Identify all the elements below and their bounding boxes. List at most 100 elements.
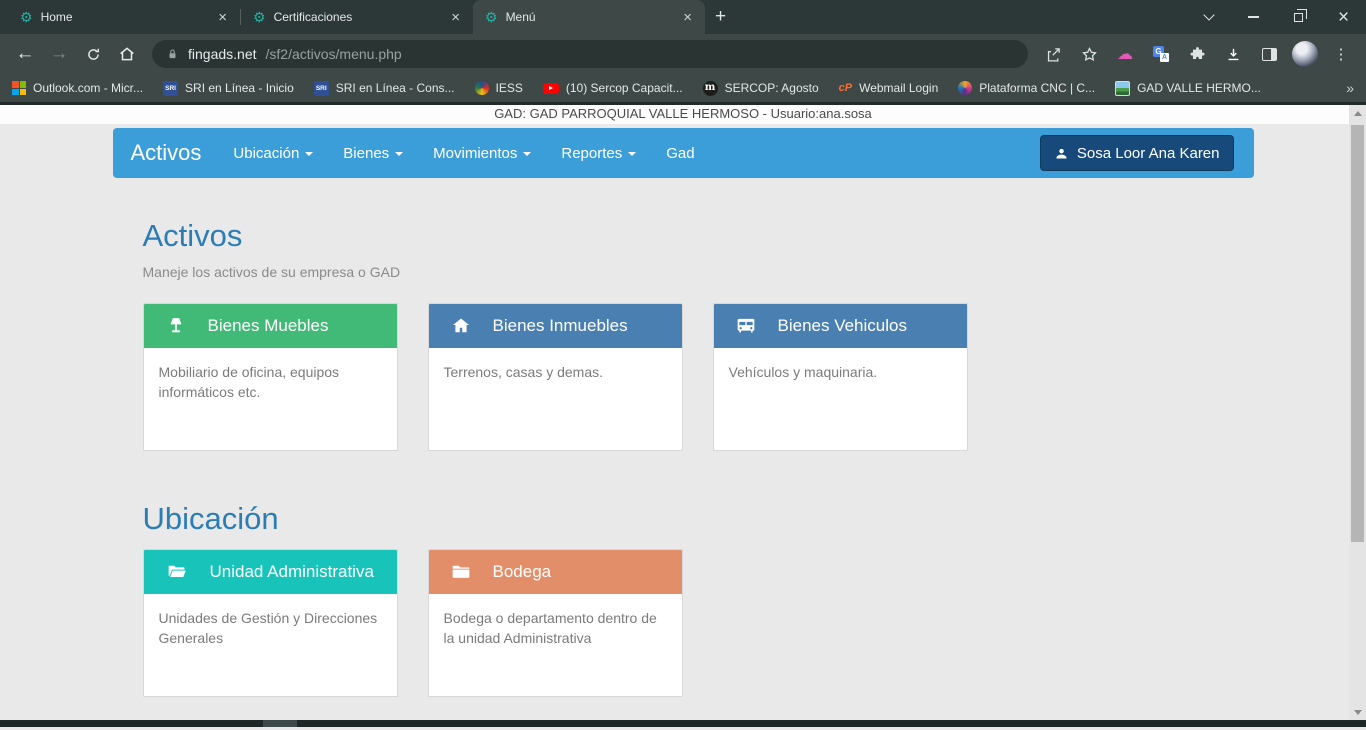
tab-close-icon[interactable]: × — [678, 8, 697, 27]
folder-icon — [451, 562, 471, 582]
close-window-button[interactable]: × — [1321, 0, 1366, 34]
home-button[interactable] — [112, 39, 142, 69]
bottom-bar-segment — [263, 720, 297, 727]
nav-item-movimientos[interactable]: Movimientos — [418, 128, 546, 178]
bookmark-outlook[interactable]: Outlook.com - Micr... — [12, 81, 143, 95]
card-title: Bienes Vehiculos — [778, 316, 907, 336]
bookmarks-bar: Outlook.com - Micr... SRI SRI en Línea -… — [0, 74, 1366, 105]
section-title-activos: Activos — [143, 218, 1224, 254]
caret-down-icon — [628, 152, 636, 156]
restore-button[interactable] — [1276, 0, 1321, 34]
folder-open-icon — [166, 562, 188, 582]
bottom-bar — [0, 720, 1366, 727]
page-viewport: GAD: GAD PARROQUIAL VALLE HERMOSO - Usua… — [0, 105, 1366, 720]
extensions-button[interactable] — [1182, 39, 1212, 69]
card-header: Bienes Muebles — [144, 304, 397, 348]
back-button[interactable]: ← — [10, 39, 40, 69]
scrollbar-thumb[interactable] — [1351, 125, 1364, 542]
card-title: Bienes Muebles — [208, 316, 329, 336]
tab-close-icon[interactable]: × — [446, 8, 465, 27]
tab-strip: ⚙ Home × ⚙ Certificaciones × ⚙ Menú × + … — [0, 0, 1366, 34]
section-subtitle: Maneje los activos de su empresa o GAD — [143, 264, 1224, 280]
card-unidad-administrativa[interactable]: Unidad Administrativa Unidades de Gestió… — [143, 549, 398, 697]
card-title: Bodega — [493, 562, 552, 582]
bookmark-label: SRI en Línea - Inicio — [185, 81, 294, 95]
nav-item-gad[interactable]: Gad — [651, 128, 709, 178]
profile-avatar[interactable] — [1290, 39, 1320, 69]
nav-item-reportes[interactable]: Reportes — [546, 128, 651, 178]
side-panel-icon — [1262, 48, 1277, 61]
bookmark-label: Webmail Login — [859, 81, 938, 95]
bookmark-label: SERCOP: Agosto — [725, 81, 819, 95]
url-host: fingads.net — [188, 46, 257, 62]
card-description: Bodega o departamento dentro de la unida… — [429, 594, 682, 663]
cnc-icon — [958, 81, 972, 95]
card-header: Bodega — [429, 550, 682, 594]
card-header: Bienes Inmuebles — [429, 304, 682, 348]
forward-button[interactable]: → — [44, 39, 74, 69]
scroll-up-arrow[interactable] — [1349, 105, 1366, 121]
bookmark-label: GAD VALLE HERMO... — [1137, 81, 1261, 95]
app-navbar: Activos Ubicación Bienes Movimientos Rep… — [113, 128, 1254, 178]
nav-item-bienes[interactable]: Bienes — [328, 128, 418, 178]
tab-close-icon[interactable]: × — [213, 8, 232, 27]
translate-button[interactable]: GA — [1146, 39, 1176, 69]
bookmark-webmail[interactable]: cP Webmail Login — [839, 81, 939, 95]
tab-certificaciones[interactable]: ⚙ Certificaciones × — [241, 0, 473, 34]
caret-down-icon — [305, 152, 313, 156]
star-icon — [1081, 46, 1098, 63]
bookmark-sercop-youtube[interactable]: (10) Sercop Capacit... — [543, 81, 683, 95]
site-header-strip: GAD: GAD PARROQUIAL VALLE HERMOSO - Usua… — [0, 105, 1366, 124]
extension-cloud-icon[interactable]: ☁ — [1110, 39, 1140, 69]
toolbar-actions: ☁ GA ⋮ — [1038, 39, 1356, 69]
sri-icon: SRI — [163, 81, 178, 96]
card-description: Unidades de Gestión y Direcciones Genera… — [144, 594, 397, 663]
browser-menu-button[interactable]: ⋮ — [1326, 39, 1356, 69]
card-bienes-vehiculos[interactable]: Bienes Vehiculos Vehículos y maquinaria. — [713, 303, 968, 451]
gad-emblem-icon — [1115, 81, 1130, 96]
scroll-down-arrow[interactable] — [1349, 704, 1366, 720]
minimize-icon — [1248, 16, 1259, 18]
nav-item-ubicacion[interactable]: Ubicación — [218, 128, 328, 178]
bookmarks-overflow-chevron[interactable]: » — [1346, 80, 1354, 96]
user-button[interactable]: Sosa Loor Ana Karen — [1040, 135, 1234, 171]
reload-button[interactable] — [78, 39, 108, 69]
nav-item-label: Ubicación — [233, 145, 299, 162]
card-description: Vehículos y maquinaria. — [714, 348, 967, 396]
page-scrollbar[interactable] — [1349, 105, 1366, 720]
bookmark-sercop-agosto[interactable]: m SERCOP: Agosto — [703, 81, 819, 96]
downloads-button[interactable] — [1218, 39, 1248, 69]
nav-item-label: Gad — [666, 145, 694, 162]
bookmark-sri-consultas[interactable]: SRI SRI en Línea - Cons... — [314, 81, 455, 96]
bookmark-sri-inicio[interactable]: SRI SRI en Línea - Inicio — [163, 81, 294, 96]
address-bar[interactable]: fingads.net/sf2/activos/menu.php — [152, 40, 1028, 68]
tab-home[interactable]: ⚙ Home × — [8, 0, 240, 34]
bookmark-gad-valle[interactable]: GAD VALLE HERMO... — [1115, 81, 1261, 96]
side-panel-button[interactable] — [1254, 39, 1284, 69]
cpanel-icon: cP — [839, 82, 852, 94]
chevron-down-icon — [1203, 9, 1214, 20]
share-icon — [1045, 46, 1062, 63]
share-button[interactable] — [1038, 39, 1068, 69]
card-description: Mobiliario de oficina, equipos informáti… — [144, 348, 397, 417]
tab-menu-active[interactable]: ⚙ Menú × — [473, 0, 705, 34]
navbar-brand-activos[interactable]: Activos — [113, 140, 219, 166]
card-bienes-muebles[interactable]: Bienes Muebles Mobiliario de oficina, eq… — [143, 303, 398, 451]
bookmark-iess[interactable]: IESS — [475, 81, 523, 95]
new-tab-button[interactable]: + — [715, 6, 726, 28]
minimize-button[interactable] — [1231, 0, 1276, 34]
reload-icon — [85, 46, 102, 63]
card-bodega[interactable]: Bodega Bodega o departamento dentro de l… — [428, 549, 683, 697]
translate-icon: GA — [1153, 46, 1169, 62]
window-controls: × — [1186, 0, 1366, 34]
microsoft-icon — [12, 81, 26, 95]
bookmark-plataforma-cnc[interactable]: Plataforma CNC | C... — [958, 81, 1095, 95]
home-icon — [451, 316, 471, 336]
card-bienes-inmuebles[interactable]: Bienes Inmuebles Terrenos, casas y demas… — [428, 303, 683, 451]
section-title-ubicacion: Ubicación — [143, 501, 1224, 537]
bookmark-label: Plataforma CNC | C... — [979, 81, 1095, 95]
card-header: Bienes Vehiculos — [714, 304, 967, 348]
tab-search-button[interactable] — [1186, 0, 1231, 34]
bookmark-star-button[interactable] — [1074, 39, 1104, 69]
cards-row-activos: Bienes Muebles Mobiliario de oficina, eq… — [143, 303, 1224, 451]
